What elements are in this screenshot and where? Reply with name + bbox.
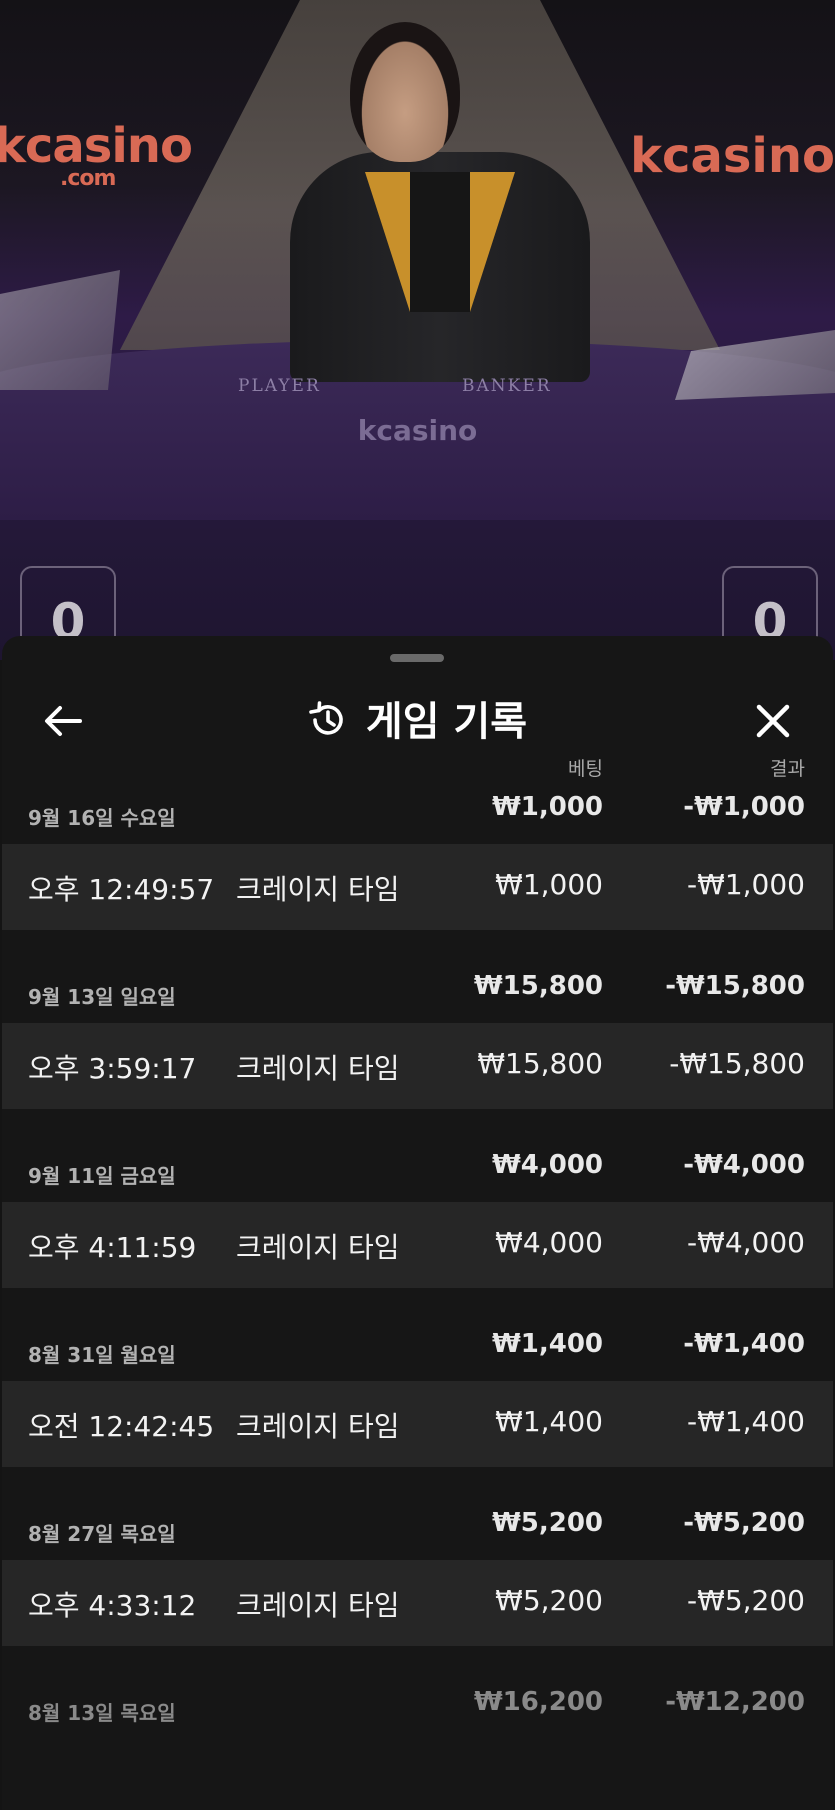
history-day-group: 8월 31일 월요일 ₩1,400 -₩1,400 오전 12:42:45 크레… bbox=[2, 1321, 833, 1500]
sheet-title-text: 게임 기록 bbox=[365, 699, 528, 745]
day-total-result: -₩15,800 bbox=[665, 971, 805, 1001]
round-result: -₩4,000 bbox=[687, 1226, 805, 1259]
day-date: 8월 31일 월요일 bbox=[28, 1343, 176, 1367]
banker-label: BANKER bbox=[462, 376, 552, 396]
day-date: 8월 13일 목요일 bbox=[28, 1701, 176, 1725]
round-game-name: 크레이지 타임 bbox=[236, 1410, 400, 1443]
day-date: 9월 13일 일요일 bbox=[28, 985, 176, 1009]
day-total-bet: ₩15,800 bbox=[473, 971, 603, 1001]
day-total-bet: ₩1,000 bbox=[492, 792, 603, 822]
game-round-row[interactable]: 오후 4:33:12 크레이지 타임 ₩5,200 -₩5,200 bbox=[2, 1560, 833, 1646]
round-time: 오후 3:59:17 bbox=[28, 1052, 197, 1085]
day-date: 9월 16일 수요일 bbox=[28, 806, 176, 830]
history-list[interactable]: 9월 16일 수요일 ₩1,000 -₩1,000 오후 12:49:57 크레… bbox=[2, 784, 833, 1810]
sheet-title: 게임 기록 bbox=[2, 694, 833, 750]
round-game-name: 크레이지 타임 bbox=[236, 1231, 400, 1264]
round-bet: ₩15,800 bbox=[477, 1047, 603, 1080]
dealer bbox=[290, 22, 670, 382]
game-round-row[interactable]: 오후 4:11:59 크레이지 타임 ₩4,000 -₩4,000 bbox=[2, 1202, 833, 1288]
round-bet: ₩1,000 bbox=[495, 868, 603, 901]
game-history-sheet: 게임 기록 베팅 결과 9월 16일 수요일 ₩1,000 -₩1,000 오후… bbox=[2, 636, 833, 1810]
round-game-name: 크레이지 타임 bbox=[236, 873, 400, 906]
day-summary-row: 9월 11일 금요일 ₩4,000 -₩4,000 bbox=[2, 1142, 833, 1192]
day-total-bet: ₩16,200 bbox=[473, 1687, 603, 1717]
game-round-row[interactable]: 오전 12:42:45 크레이지 타임 ₩1,400 -₩1,400 bbox=[2, 1381, 833, 1467]
column-header-result: 결과 bbox=[770, 758, 805, 780]
player-label: PLAYER bbox=[238, 376, 321, 396]
casino-logo-left: kcasino .com bbox=[0, 118, 193, 191]
day-summary-row: 8월 13일 목요일 ₩16,200 -₩12,200 bbox=[2, 1679, 833, 1729]
round-time: 오후 4:11:59 bbox=[28, 1231, 197, 1264]
round-game-name: 크레이지 타임 bbox=[236, 1589, 400, 1622]
round-game-name: 크레이지 타임 bbox=[236, 1052, 400, 1085]
day-total-result: -₩1,000 bbox=[683, 792, 805, 822]
day-total-result: -₩12,200 bbox=[665, 1687, 805, 1717]
round-time: 오후 12:49:57 bbox=[28, 873, 215, 906]
day-total-bet: ₩4,000 bbox=[492, 1150, 603, 1180]
round-result: -₩5,200 bbox=[687, 1584, 805, 1617]
close-button[interactable] bbox=[738, 686, 808, 756]
game-round-row[interactable]: 오후 3:59:17 크레이지 타임 ₩15,800 -₩15,800 bbox=[2, 1023, 833, 1109]
round-result: -₩1,400 bbox=[687, 1405, 805, 1438]
day-date: 8월 27일 목요일 bbox=[28, 1522, 176, 1546]
round-bet: ₩5,200 bbox=[495, 1584, 603, 1617]
column-headers: 베팅 결과 bbox=[2, 754, 833, 782]
day-total-result: -₩1,400 bbox=[683, 1329, 805, 1359]
dealer-head bbox=[350, 22, 460, 162]
live-video-stream: kcasino .com kcasino PLAYER BANKER kcasi… bbox=[0, 0, 835, 660]
round-result: -₩1,000 bbox=[687, 868, 805, 901]
round-bet: ₩1,400 bbox=[495, 1405, 603, 1438]
day-total-bet: ₩5,200 bbox=[492, 1508, 603, 1538]
day-date: 9월 11일 금요일 bbox=[28, 1164, 176, 1188]
close-icon bbox=[756, 704, 790, 738]
history-day-group: 9월 13일 일요일 ₩15,800 -₩15,800 오후 3:59:17 크… bbox=[2, 963, 833, 1142]
column-header-bet: 베팅 bbox=[568, 758, 603, 780]
history-icon bbox=[309, 701, 343, 735]
table-logo: kcasino bbox=[357, 414, 478, 447]
round-result: -₩15,800 bbox=[669, 1047, 805, 1080]
history-day-group: 8월 13일 목요일 ₩16,200 -₩12,200 bbox=[2, 1679, 833, 1810]
day-summary-row: 8월 27일 목요일 ₩5,200 -₩5,200 bbox=[2, 1500, 833, 1550]
day-total-result: -₩4,000 bbox=[683, 1150, 805, 1180]
drag-handle[interactable] bbox=[390, 654, 444, 662]
card-discard-tray bbox=[0, 270, 120, 390]
round-time: 오전 12:42:45 bbox=[28, 1410, 215, 1443]
history-day-group: 8월 27일 목요일 ₩5,200 -₩5,200 오후 4:33:12 크레이… bbox=[2, 1500, 833, 1679]
day-summary-row: 9월 13일 일요일 ₩15,800 -₩15,800 bbox=[2, 963, 833, 1013]
history-day-group: 9월 16일 수요일 ₩1,000 -₩1,000 오후 12:49:57 크레… bbox=[2, 784, 833, 963]
round-time: 오후 4:33:12 bbox=[28, 1589, 197, 1622]
day-total-result: -₩5,200 bbox=[683, 1508, 805, 1538]
sheet-header: 게임 기록 bbox=[2, 676, 833, 764]
game-round-row[interactable]: 오후 12:49:57 크레이지 타임 ₩1,000 -₩1,000 bbox=[2, 844, 833, 930]
history-day-group: 9월 11일 금요일 ₩4,000 -₩4,000 오후 4:11:59 크레이… bbox=[2, 1142, 833, 1321]
day-total-bet: ₩1,400 bbox=[492, 1329, 603, 1359]
day-summary-row: 8월 31일 월요일 ₩1,400 -₩1,400 bbox=[2, 1321, 833, 1371]
day-summary-row: 9월 16일 수요일 ₩1,000 -₩1,000 bbox=[2, 784, 833, 834]
round-bet: ₩4,000 bbox=[495, 1226, 603, 1259]
